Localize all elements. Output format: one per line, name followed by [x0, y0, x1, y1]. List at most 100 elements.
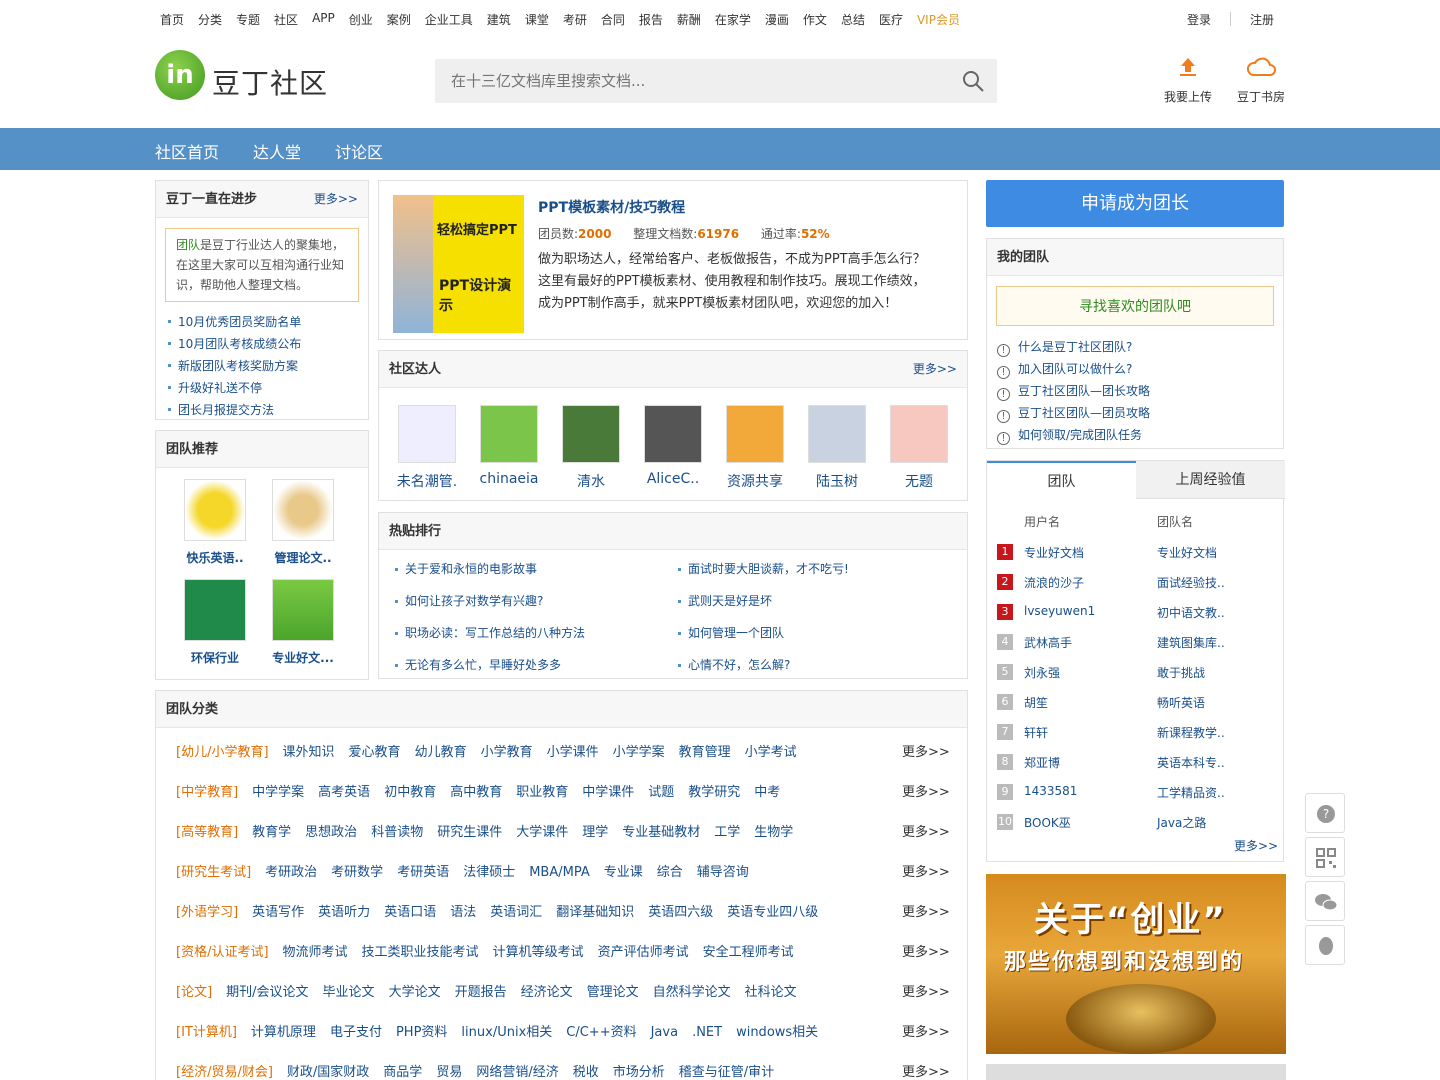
subcategory-link[interactable]: 市场分析 [613, 1065, 665, 1080]
team-name[interactable]: 快乐英语.. [170, 549, 260, 566]
subcategory-link[interactable]: 翻译基础知识 [556, 905, 634, 920]
subcategory-link[interactable]: MBA/MPA [529, 865, 590, 880]
subcategory-link[interactable]: 经济论文 [521, 985, 573, 1000]
subcategory-link[interactable]: 小学学案 [613, 745, 665, 760]
category-name[interactable]: [IT计算机] [176, 1025, 237, 1040]
hot-post-item[interactable]: 如何让孩子对数学有兴趣? [391, 593, 585, 625]
rank-username[interactable]: 轩轩 [1024, 724, 1048, 741]
subcategory-link[interactable]: 小学教育 [481, 745, 533, 760]
avatar[interactable] [808, 405, 866, 463]
top-nav-item[interactable]: 专题 [236, 11, 260, 28]
rank-username[interactable]: 1433581 [1024, 784, 1077, 798]
hot-post-item[interactable]: 关于爱和永恒的电影故事 [391, 561, 585, 593]
subcategory-link[interactable]: 考研英语 [397, 865, 449, 880]
subcategory-link[interactable]: linux/Unix相关 [461, 1025, 552, 1040]
subcategory-link[interactable]: 资产评估师考试 [598, 945, 689, 960]
list-item[interactable]: 10月团队考核成绩公布 [166, 334, 368, 356]
vip-link[interactable]: VIP会员 [917, 11, 960, 28]
subcategory-link[interactable]: 思想政治 [305, 825, 357, 840]
subcategory-link[interactable]: 英语专业四八级 [727, 905, 818, 920]
rank-username[interactable]: 专业好文档 [1024, 544, 1084, 561]
rank-username[interactable]: 武林高手 [1024, 634, 1072, 651]
expert-user[interactable]: 资源共享 [718, 405, 792, 491]
hot-post-item[interactable]: 如何管理一个团队 [674, 625, 849, 657]
subcategory-link[interactable]: 大学课件 [516, 825, 568, 840]
faq-item[interactable]: ! 豆丁社区团队—团长攻略 [997, 380, 1283, 402]
subcategory-link[interactable]: 英语四六级 [648, 905, 713, 920]
qq-button[interactable] [1305, 925, 1345, 965]
hot-post-item[interactable]: 心情不好，怎么解? [674, 657, 849, 689]
subcategory-link[interactable]: 管理论文 [587, 985, 639, 1000]
subcategory-link[interactable]: 试题 [648, 785, 674, 800]
team-name[interactable]: 专业好文... [258, 649, 348, 666]
find-team-button[interactable]: 寻找喜欢的团队吧 [996, 286, 1274, 326]
top-nav-item[interactable]: 企业工具 [425, 11, 473, 28]
subcategory-link[interactable]: 教育学 [252, 825, 291, 840]
top-nav-item[interactable]: APP [312, 11, 335, 28]
rank-teamname[interactable]: 畅听英语 [1157, 694, 1205, 711]
register-link[interactable]: 注册 [1250, 11, 1274, 28]
logo-icon[interactable]: in [155, 50, 205, 100]
more-link[interactable]: 更多>> [902, 1061, 950, 1080]
rank-username[interactable]: 胡笙 [1024, 694, 1048, 711]
faq-item[interactable]: ! 什么是豆丁社区团队? [997, 336, 1283, 358]
avatar[interactable] [890, 405, 948, 463]
rank-teamname[interactable]: 专业好文档 [1157, 544, 1217, 561]
list-item[interactable]: 团长月报提交方法 [166, 400, 368, 422]
team-card[interactable]: 管理论文.. [258, 479, 348, 566]
top-nav-item[interactable]: 医疗 [879, 11, 903, 28]
subcategory-link[interactable]: 科普读物 [371, 825, 423, 840]
faq-item[interactable]: ! 加入团队可以做什么? [997, 358, 1283, 380]
subcategory-link[interactable]: 英语听力 [318, 905, 370, 920]
expert-user[interactable]: 陆玉树 [800, 405, 874, 491]
top-nav-item[interactable]: 创业 [349, 11, 373, 28]
expert-name[interactable]: chinaeia [472, 471, 546, 487]
more-link[interactable]: 更多>> [902, 901, 950, 920]
expert-name[interactable]: 陆玉树 [800, 471, 874, 491]
top-nav-item[interactable]: 首页 [160, 11, 184, 28]
search-icon[interactable] [961, 69, 985, 93]
subcategory-link[interactable]: 幼儿教育 [415, 745, 467, 760]
featured-image[interactable]: 轻松搞定PPT PPT设计演示 [393, 195, 524, 333]
startup-ad-banner[interactable]: 关于“创业” 那些你想到和没想到的 [986, 874, 1286, 1054]
rank-username[interactable]: 刘永强 [1024, 664, 1060, 681]
nav-experts-hall[interactable]: 达人堂 [253, 139, 301, 163]
more-link[interactable]: 更多>> [902, 981, 950, 1000]
top-nav-item[interactable]: 总结 [841, 11, 865, 28]
search-input[interactable] [435, 59, 935, 103]
subcategory-link[interactable]: Java [651, 1025, 678, 1040]
subcategory-link[interactable]: 英语口语 [384, 905, 436, 920]
nav-discussion[interactable]: 讨论区 [335, 139, 383, 163]
team-card[interactable]: 环保行业 [170, 579, 260, 666]
logo-text[interactable]: 豆丁社区 [212, 62, 328, 102]
apply-leader-button[interactable]: 申请成为团长 [986, 180, 1284, 227]
more-link[interactable]: 更多>> [913, 351, 957, 388]
subcategory-link[interactable]: 税收 [573, 1065, 599, 1080]
subcategory-link[interactable]: 研究生课件 [437, 825, 502, 840]
expert-user[interactable]: 无题 [882, 405, 956, 491]
team-name[interactable]: 管理论文.. [258, 549, 348, 566]
more-link[interactable]: 更多>> [902, 741, 950, 760]
top-nav-item[interactable]: 漫画 [765, 11, 789, 28]
subcategory-link[interactable]: C/C++资料 [566, 1025, 636, 1040]
top-nav-item[interactable]: 案例 [387, 11, 411, 28]
more-link[interactable]: 更多>> [902, 941, 950, 960]
rank-username[interactable]: lvseyuwen1 [1024, 604, 1095, 618]
more-link[interactable]: 更多>> [1234, 837, 1278, 854]
top-nav-item[interactable]: 合同 [601, 11, 625, 28]
subcategory-link[interactable]: 职业教育 [516, 785, 568, 800]
subcategory-link[interactable]: 综合 [657, 865, 683, 880]
ad-banner-secondary[interactable] [986, 1064, 1286, 1080]
hot-post-item[interactable]: 武则天是好是坏 [674, 593, 849, 625]
subcategory-link[interactable]: 贸易 [436, 1065, 462, 1080]
subcategory-link[interactable]: 电子支付 [330, 1025, 382, 1040]
expert-name[interactable]: AliceC.. [636, 471, 710, 487]
more-link[interactable]: 更多>> [902, 1021, 950, 1040]
hot-post-item[interactable]: 无论有多么忙，早睡好处多多 [391, 657, 585, 689]
hot-post-item[interactable]: 面试时要大胆谈薪，才不吃亏! [674, 561, 849, 593]
subcategory-link[interactable]: 高中教育 [450, 785, 502, 800]
top-nav-item[interactable]: 作文 [803, 11, 827, 28]
subcategory-link[interactable]: 物流师考试 [283, 945, 348, 960]
subcategory-link[interactable]: 英语词汇 [490, 905, 542, 920]
subcategory-link[interactable]: 教学研究 [688, 785, 740, 800]
